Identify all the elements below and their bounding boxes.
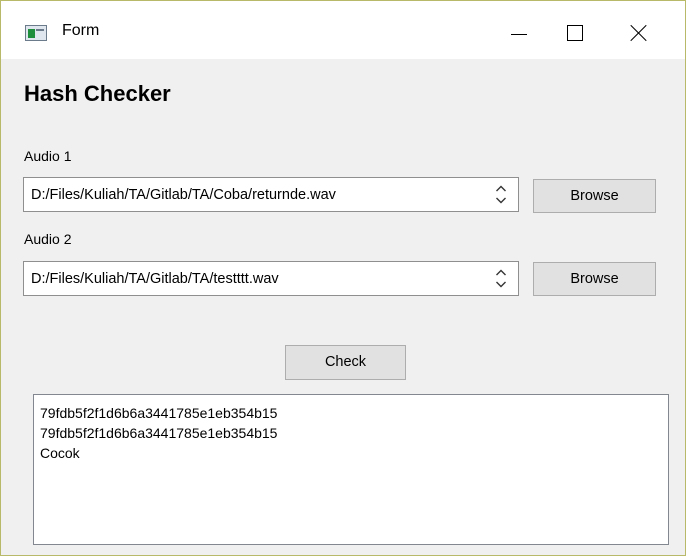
audio1-path-value: D:/Files/Kuliah/TA/Gitlab/TA/Coba/return… (31, 187, 336, 203)
minimize-button[interactable] (491, 1, 551, 59)
title-bar[interactable]: Form (1, 1, 685, 59)
output-line: Cocok (40, 445, 80, 461)
up-down-arrows-icon[interactable] (494, 268, 508, 290)
maximize-button[interactable] (551, 1, 611, 59)
arrow-up-icon[interactable] (495, 184, 507, 193)
check-button[interactable]: Check (285, 345, 406, 380)
result-output-box[interactable]: 79fdb5f2f1d6b6a3441785e1eb354b15 79fdb5f… (33, 394, 669, 545)
arrow-down-icon[interactable] (495, 280, 507, 289)
up-down-arrows-icon[interactable] (494, 184, 508, 206)
app-window-icon (25, 25, 47, 41)
audio1-path-field[interactable]: D:/Files/Kuliah/TA/Gitlab/TA/Coba/return… (23, 177, 519, 212)
output-line: 79fdb5f2f1d6b6a3441785e1eb354b15 (40, 405, 278, 421)
audio1-browse-button[interactable]: Browse (533, 179, 656, 213)
audio2-path-field[interactable]: D:/Files/Kuliah/TA/Gitlab/TA/testttt.wav (23, 261, 519, 296)
audio2-path-value: D:/Files/Kuliah/TA/Gitlab/TA/testttt.wav (31, 271, 279, 287)
window-title: Form (62, 22, 100, 39)
close-button[interactable] (611, 1, 671, 59)
page-title: Hash Checker (24, 81, 171, 106)
audio2-label: Audio 2 (24, 231, 72, 247)
arrow-down-icon[interactable] (495, 196, 507, 205)
arrow-up-icon[interactable] (495, 268, 507, 277)
audio2-browse-button[interactable]: Browse (533, 262, 656, 296)
audio1-label: Audio 1 (24, 148, 72, 164)
app-window: Form Hash Checker Audio 1 D:/Files/Kulia… (0, 0, 686, 556)
output-line: 79fdb5f2f1d6b6a3441785e1eb354b15 (40, 425, 278, 441)
